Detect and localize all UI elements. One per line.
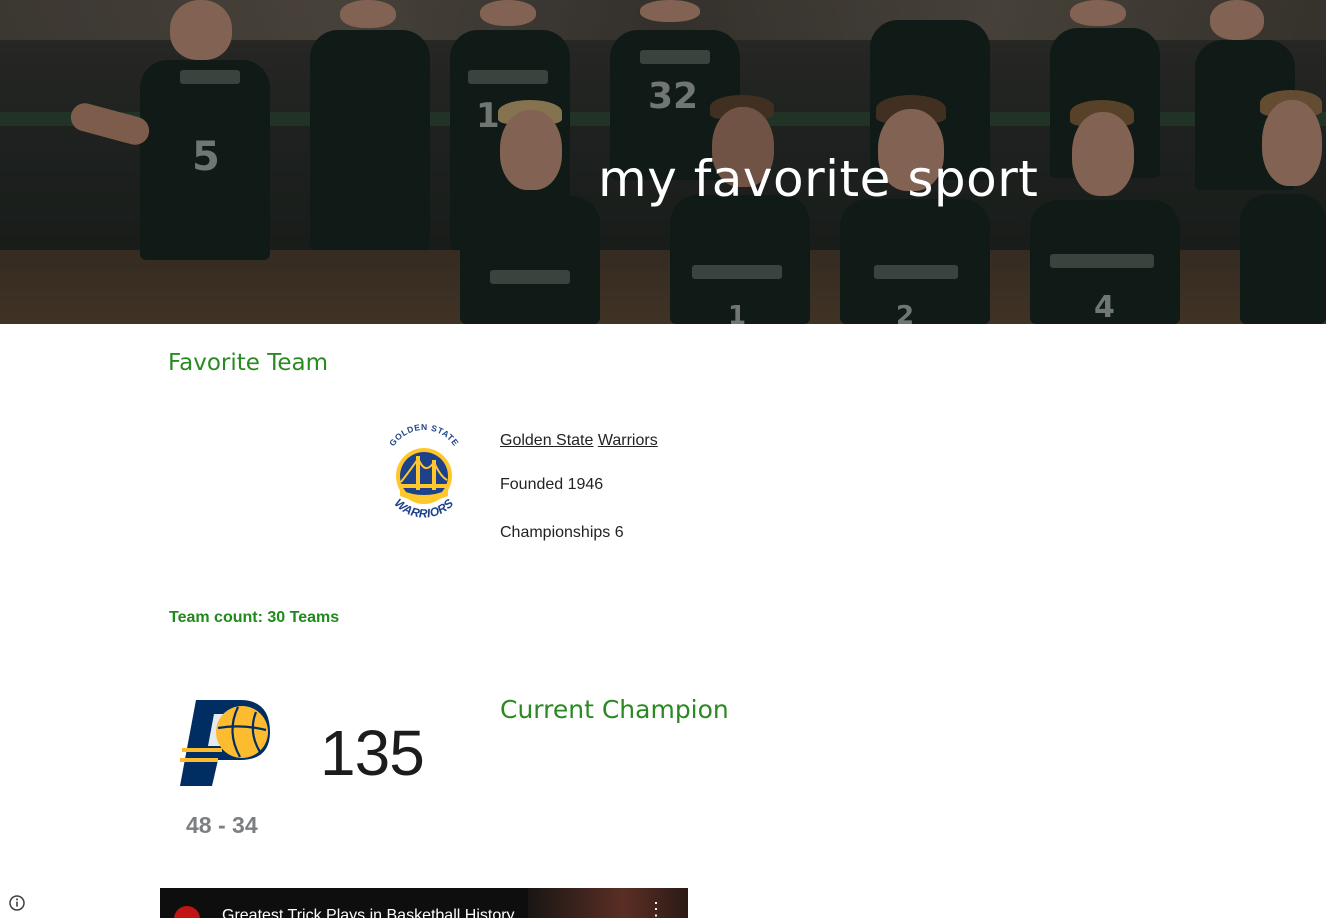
favorite-team-heading: Favorite Team: [168, 350, 329, 376]
champion-record: 48 - 34: [186, 812, 258, 838]
page-title: my favorite sport: [598, 150, 1039, 208]
svg-text:GOLDEN STATE: GOLDEN STATE: [387, 422, 461, 448]
more-vert-icon[interactable]: ⋮: [647, 900, 665, 918]
info-icon[interactable]: [8, 894, 26, 912]
channel-avatar[interactable]: [174, 906, 200, 918]
team-link-warriors[interactable]: Warriors: [598, 432, 658, 449]
video-title[interactable]: Greatest Trick Plays in Basketball Histo…: [222, 907, 515, 918]
champion-score: 135: [320, 717, 425, 789]
team-count: Team count: 30 Teams: [169, 609, 340, 626]
embedded-video[interactable]: Greatest Trick Plays in Basketball Histo…: [160, 888, 688, 918]
team-championships: Championships 6: [500, 524, 624, 541]
warriors-logo: GOLDEN STATE WARRIORS: [387, 422, 461, 521]
team-founded: Founded 1946: [500, 476, 604, 493]
team-link-golden-state[interactable]: Golden State: [500, 432, 593, 449]
champion-score-card: 135 48 - 34: [160, 680, 460, 850]
hero-banner: 5 14 32 1: [0, 0, 1326, 324]
pacers-logo: [180, 700, 270, 786]
current-champion-heading: Current Champion: [500, 695, 729, 724]
team-name: Golden State Warriors: [500, 432, 658, 450]
